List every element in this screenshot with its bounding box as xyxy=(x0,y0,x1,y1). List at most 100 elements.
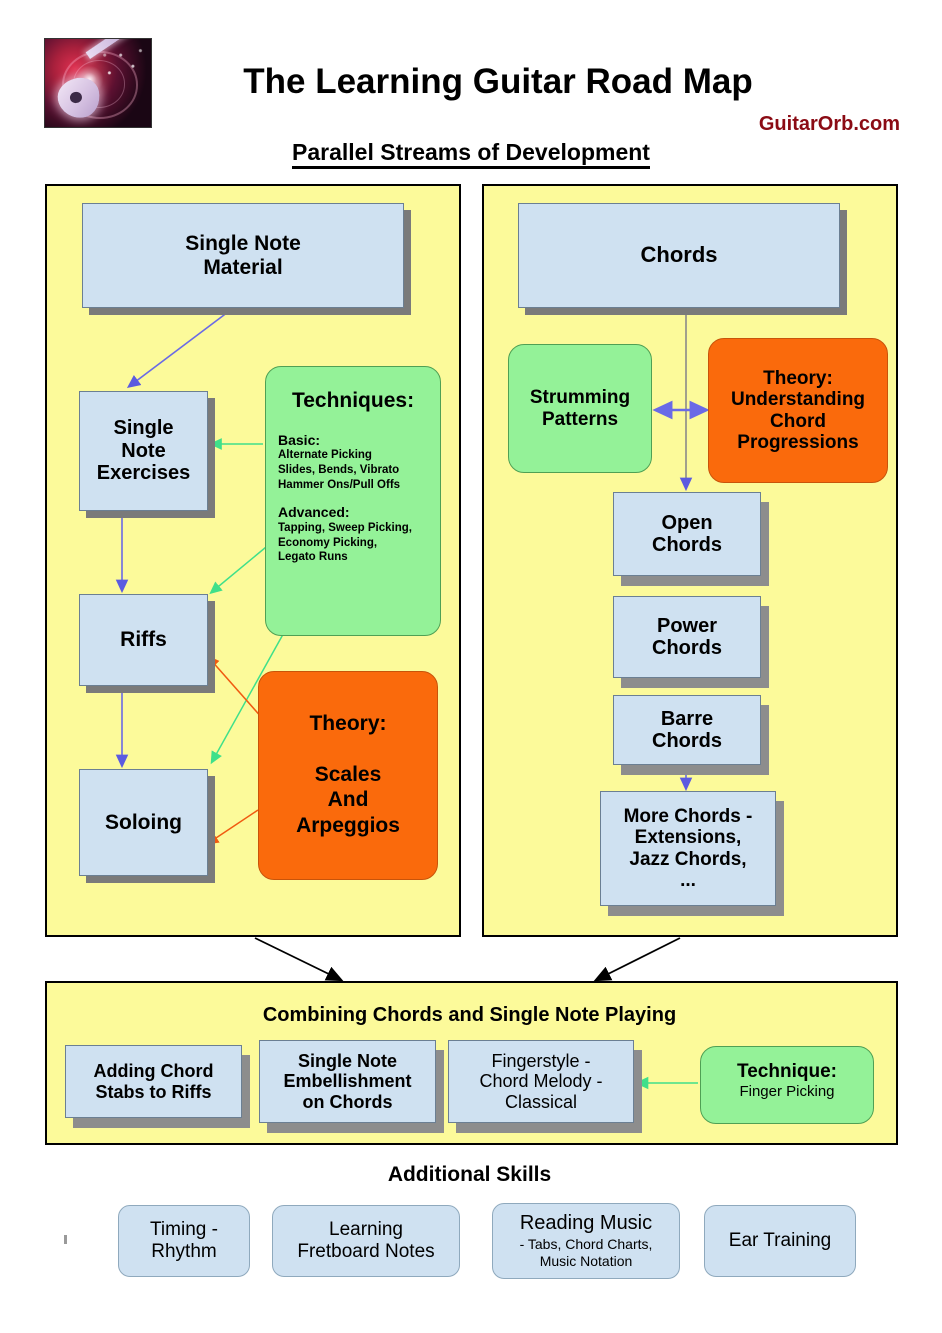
techniques-advanced-items: Tapping, Sweep Picking, Economy Picking,… xyxy=(278,521,440,565)
node-line-2: Extensions, xyxy=(634,827,742,849)
technique-title: Technique: xyxy=(737,1061,837,1082)
node-more-chords[interactable]: More Chords - Extensions, Jazz Chords, .… xyxy=(600,791,776,906)
node-line-2: Material xyxy=(203,255,283,279)
node-line-3: Exercises xyxy=(96,462,191,485)
node-line-2: Stabs to Riffs xyxy=(95,1081,212,1102)
page-subtitle-text: Parallel Streams of Development xyxy=(292,139,650,169)
node-line-1: Single xyxy=(113,417,174,440)
node-techniques[interactable]: Techniques: Basic: Alternate Picking Sli… xyxy=(265,366,441,636)
node-chords-label: Chords xyxy=(640,242,718,268)
techniques-advanced-line-1: Tapping, Sweep Picking, xyxy=(278,522,412,535)
node-line-1: Adding Chord xyxy=(93,1061,214,1082)
node-chords[interactable]: Chords xyxy=(518,203,840,308)
node-line-2: Chords xyxy=(652,534,722,556)
theory-title: Theory: xyxy=(763,367,833,389)
node-soloing[interactable]: Soloing xyxy=(79,769,208,876)
node-power-chords-label: Power Chords xyxy=(614,613,760,662)
node-theory-scales-label: Theory: Scales And Arpeggios xyxy=(259,710,437,840)
skill-ear-training[interactable]: Ear Training xyxy=(704,1205,856,1277)
node-technique-finger-picking[interactable]: Technique: Finger Picking xyxy=(700,1046,874,1124)
page-title: The Learning Guitar Road Map xyxy=(243,62,753,101)
node-line-1: Open xyxy=(661,511,713,534)
brand-label: GuitarOrb.com xyxy=(758,113,900,135)
theory-line-2: And xyxy=(327,788,369,812)
node-single-note-exercises[interactable]: Single Note Exercises xyxy=(79,391,208,511)
node-theory-chord-progressions[interactable]: Theory: Understanding Chord Progressions xyxy=(708,338,888,483)
node-line-3: Jazz Chords, xyxy=(629,848,747,870)
skill-fretboard-label: Learning Fretboard Notes xyxy=(297,1219,434,1264)
skill-line-2: - Tabs, Chord Charts, xyxy=(519,1236,653,1252)
node-line-2: Chord Melody - xyxy=(479,1071,603,1092)
node-line-1: Barre xyxy=(660,707,714,730)
node-single-note-material[interactable]: Single Note Material xyxy=(82,203,404,308)
techniques-basic-line-3: Hammer Ons/Pull Offs xyxy=(278,478,401,491)
skill-line-3: Music Notation xyxy=(539,1252,633,1269)
skill-ear-label: Ear Training xyxy=(728,1229,832,1251)
skill-line-1: Learning xyxy=(329,1218,403,1240)
techniques-advanced-heading: Advanced: xyxy=(278,504,350,521)
theory-title: Theory: xyxy=(309,712,387,736)
skill-reading-label: Reading Music - Tabs, Chord Charts, Musi… xyxy=(520,1212,653,1269)
node-strumming-patterns[interactable]: Strumming Patterns xyxy=(508,344,652,473)
techniques-basic-line-2: Slides, Bends, Vibrato xyxy=(278,463,400,476)
node-line-3: Classical xyxy=(504,1091,578,1112)
theory-line-2: Chord xyxy=(770,410,826,432)
skill-timing-rhythm[interactable]: Timing - Rhythm xyxy=(118,1205,250,1277)
techniques-title: Techniques: xyxy=(291,389,415,412)
node-line-1: Fingerstyle - xyxy=(491,1051,591,1072)
node-line-1: Single Note xyxy=(185,231,301,255)
theory-line-1: Scales xyxy=(314,762,382,786)
node-line-2: Embellishment xyxy=(283,1071,412,1092)
node-line-1: Single Note xyxy=(297,1051,397,1072)
node-adding-chord-label: Adding Chord Stabs to Riffs xyxy=(66,1059,241,1103)
additional-skills-title: Additional Skills xyxy=(387,1163,552,1186)
skill-line-2: Fretboard Notes xyxy=(297,1241,435,1262)
stray-mark xyxy=(64,1235,67,1244)
techniques-advanced-line-3: Legato Runs xyxy=(278,551,348,564)
skill-reading-music[interactable]: Reading Music - Tabs, Chord Charts, Musi… xyxy=(492,1203,680,1279)
node-adding-chord-stabs[interactable]: Adding Chord Stabs to Riffs xyxy=(65,1045,242,1118)
skill-line-1: Reading Music xyxy=(519,1212,653,1235)
node-barre-chords-label: Barre Chords xyxy=(614,706,760,755)
node-theory-chords-label: Theory: Understanding Chord Progressions xyxy=(709,366,887,455)
page-subtitle: Parallel Streams of Development xyxy=(171,139,771,169)
node-riffs-label: Riffs xyxy=(120,628,167,652)
node-line-1: More Chords - xyxy=(623,805,753,827)
logo-sparkles xyxy=(100,44,147,82)
theory-line-3: Progressions xyxy=(737,431,859,453)
node-riffs[interactable]: Riffs xyxy=(79,594,208,686)
node-theory-scales-arpeggios[interactable]: Theory: Scales And Arpeggios xyxy=(258,671,438,880)
node-single-note-embellishment[interactable]: Single Note Embellishment on Chords xyxy=(259,1040,436,1123)
techniques-basic-items: Alternate Picking Slides, Bends, Vibrato… xyxy=(278,448,440,492)
techniques-basic-heading: Basic: xyxy=(278,431,321,448)
skill-line-2: Rhythm xyxy=(151,1241,217,1262)
node-open-chords[interactable]: Open Chords xyxy=(613,492,761,576)
theory-line-1: Understanding xyxy=(730,389,866,411)
technique-subtitle: Finger Picking xyxy=(739,1083,835,1101)
techniques-basic-line-1: Alternate Picking xyxy=(278,449,372,462)
skill-learning-fretboard-notes[interactable]: Learning Fretboard Notes xyxy=(272,1205,460,1277)
node-power-chords[interactable]: Power Chords xyxy=(613,596,761,678)
node-single-note-material-label: Single Note Material xyxy=(83,230,403,281)
node-strumming-label: Strumming Patterns xyxy=(509,385,651,432)
node-embellishment-label: Single Note Embellishment on Chords xyxy=(260,1049,435,1113)
node-line-2: Chords xyxy=(652,730,722,752)
node-barre-chords[interactable]: Barre Chords xyxy=(613,695,761,765)
node-line-2: Note xyxy=(121,439,166,462)
node-open-chords-label: Open Chords xyxy=(614,510,760,559)
node-line-1: Strumming xyxy=(529,387,631,409)
node-line-3: on Chords xyxy=(302,1091,393,1112)
techniques-advanced-line-2: Economy Picking, xyxy=(278,536,378,549)
node-more-chords-label: More Chords - Extensions, Jazz Chords, .… xyxy=(601,804,775,893)
node-line-4: ... xyxy=(680,869,696,891)
node-line-2: Patterns xyxy=(541,408,619,430)
theory-line-3: Arpeggios xyxy=(296,814,400,838)
skill-line-1: Timing - xyxy=(150,1218,218,1240)
node-line-1: Power xyxy=(656,614,718,637)
node-line-2: Chords xyxy=(652,637,722,659)
combining-title: Combining Chords and Single Note Playing xyxy=(262,1004,677,1026)
node-single-note-exercises-label: Single Note Exercises xyxy=(80,415,207,486)
skill-timing-label: Timing - Rhythm xyxy=(150,1219,218,1264)
guitar-logo-icon xyxy=(44,38,152,128)
node-fingerstyle-chord-melody[interactable]: Fingerstyle - Chord Melody - Classical xyxy=(448,1040,634,1123)
